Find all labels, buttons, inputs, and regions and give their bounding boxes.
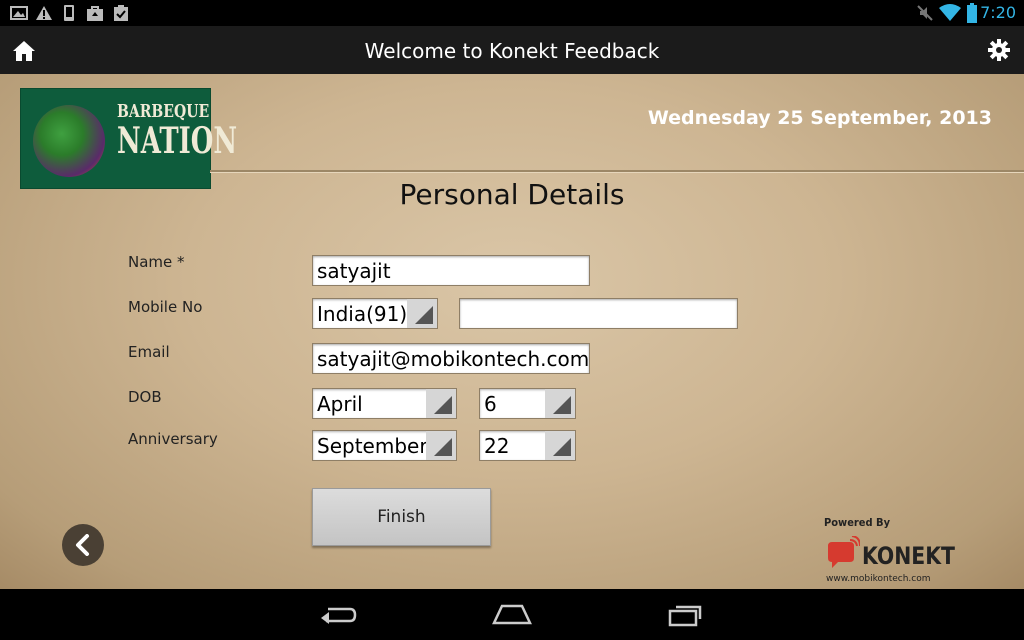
recent-apps-icon[interactable]: [668, 603, 704, 627]
home-nav-icon[interactable]: [492, 603, 532, 625]
konekt-url: www.mobikontech.com: [826, 574, 931, 584]
dropdown-arrow-icon: [545, 431, 575, 460]
back-button[interactable]: [62, 524, 104, 566]
battery-icon: [967, 3, 977, 23]
page-title: Welcome to Konekt Feedback: [364, 39, 660, 63]
header-divider: [210, 170, 1024, 172]
logo-line2: NATION: [117, 120, 238, 162]
country-code-value: India(91): [317, 302, 408, 326]
email-field[interactable]: satyajit@mobikontech.com: [312, 343, 590, 374]
anniversary-label: Anniversary: [128, 430, 218, 448]
anniversary-month-select[interactable]: September: [312, 430, 457, 461]
dob-month-select[interactable]: April: [312, 388, 457, 419]
anniversary-day-select[interactable]: 22: [479, 430, 576, 461]
finish-button[interactable]: Finish: [312, 488, 491, 546]
logo-line1: BARBEQUE: [117, 101, 210, 122]
name-label: Name *: [128, 253, 185, 271]
dob-month-value: April: [317, 392, 363, 416]
mobile-field[interactable]: [459, 298, 738, 329]
konekt-brand: KONEKT: [862, 542, 955, 570]
warning-icon: [36, 6, 52, 20]
form-heading: Personal Details: [399, 178, 625, 211]
feedback-content: BARBEQUE NATION Wednesday 25 September, …: [0, 74, 1024, 589]
phone-icon: [64, 5, 74, 21]
clipboard-check-icon: [114, 5, 128, 21]
back-nav-icon[interactable]: [320, 605, 358, 625]
image-icon: [10, 6, 28, 20]
dropdown-arrow-icon: [426, 431, 456, 460]
navigation-bar: [0, 589, 1024, 640]
gear-icon[interactable]: [988, 39, 1010, 61]
globe-icon: [33, 105, 105, 177]
wifi-icon: [939, 4, 961, 21]
dob-day-select[interactable]: 6: [479, 388, 576, 419]
email-label: Email: [128, 343, 170, 361]
dropdown-arrow-icon: [426, 389, 456, 418]
current-date: Wednesday 25 September, 2013: [647, 107, 992, 129]
anniversary-day-value: 22: [484, 434, 510, 458]
anniversary-month-value: September: [317, 434, 428, 458]
bag-icon: [87, 6, 103, 21]
clock: 7:20: [980, 3, 1016, 22]
name-field[interactable]: satyajit: [312, 255, 590, 286]
dropdown-arrow-icon: [407, 299, 437, 328]
status-bar: 7:20: [0, 0, 1024, 26]
action-bar: Welcome to Konekt Feedback: [0, 26, 1024, 74]
dob-day-value: 6: [484, 392, 497, 416]
powered-by-label: Powered By: [824, 516, 891, 529]
mobile-label: Mobile No: [128, 298, 203, 316]
dob-label: DOB: [128, 388, 162, 406]
chevron-left-icon: [76, 534, 89, 556]
restaurant-logo: BARBEQUE NATION: [20, 88, 237, 189]
mute-icon: [917, 5, 933, 21]
dropdown-arrow-icon: [545, 389, 575, 418]
konekt-logo-icon: [828, 536, 860, 568]
country-code-select[interactable]: India(91): [312, 298, 438, 329]
